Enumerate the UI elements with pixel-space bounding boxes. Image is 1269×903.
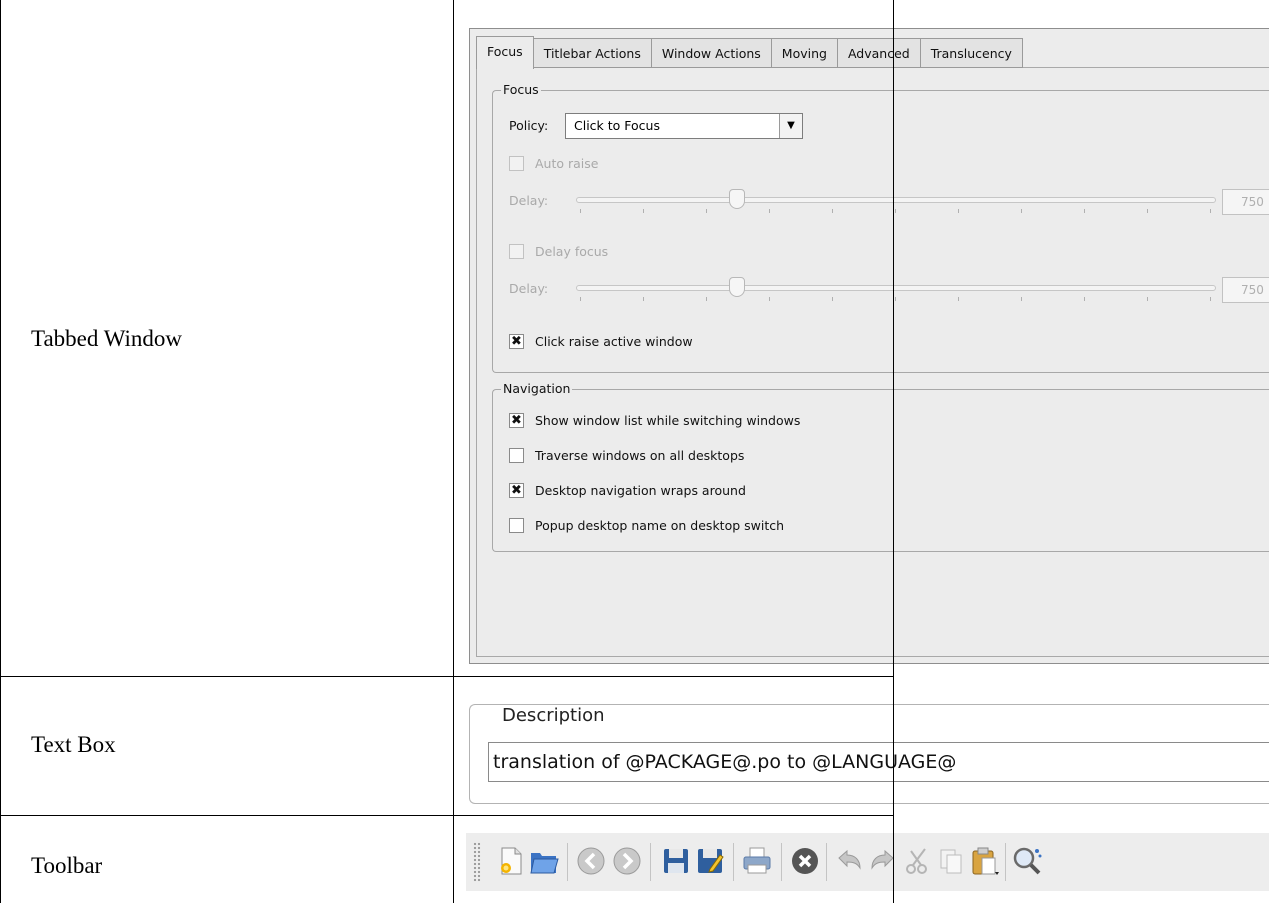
toolbar-separator [733,843,734,881]
policy-combobox[interactable]: Click to Focus ▼ [565,113,803,139]
slider-tick [1147,209,1148,213]
table-divider-horizontal [0,676,894,677]
toolbar-grip-handle[interactable] [473,842,481,882]
slider-tick [706,297,707,301]
nav-checkbox-popup[interactable] [509,518,524,533]
tab-bar: Focus Titlebar Actions Window Actions Mo… [476,36,1023,69]
row-label-text-box: Text Box [31,732,116,757]
open-folder-icon[interactable] [528,845,560,877]
toolbar-separator [826,843,827,881]
redo-icon[interactable] [867,845,899,877]
tab-translucency[interactable]: Translucency [920,38,1023,68]
slider-tick [580,209,581,213]
slider-tick [832,209,833,213]
slider-tick [958,297,959,301]
tab-focus[interactable]: Focus [476,36,534,69]
new-document-icon[interactable] [495,845,527,877]
paste-icon[interactable] [969,845,1001,877]
slider-tick [1021,297,1022,301]
slider-tick [895,209,896,213]
slider-tick [1147,297,1148,301]
forward-icon[interactable] [611,845,643,877]
click-raise-checkbox[interactable]: ✖ [509,334,524,349]
back-icon[interactable] [575,845,607,877]
slider-tick [1084,297,1085,301]
nav-checkbox-show-window-list[interactable]: ✖ [509,413,524,428]
toolbar-separator [567,843,568,881]
navigation-group-title: Navigation [501,381,573,396]
delay-focus-checkbox[interactable] [509,244,524,259]
save-as-icon[interactable] [694,845,726,877]
slider-tick [1084,209,1085,213]
auto-raise-label: Auto raise [535,156,599,171]
slider-tick [643,209,644,213]
tab-window-actions[interactable]: Window Actions [651,38,772,68]
slider-tick [643,297,644,301]
delay-slider-2-handle[interactable] [729,277,745,297]
slider-tick [1021,209,1022,213]
table-divider-horizontal [0,815,894,816]
nav-label-wraps: Desktop navigation wraps around [535,483,746,498]
delay-slider-handle[interactable] [729,189,745,209]
description-input[interactable]: translation of @PACKAGE@.po to @LANGUAGE… [488,742,1269,782]
delay-slider-2[interactable] [576,285,1216,291]
tab-titlebar-actions[interactable]: Titlebar Actions [533,38,652,68]
nav-label-popup: Popup desktop name on desktop switch [535,518,785,533]
table-divider-vertical [453,0,454,903]
find-icon[interactable] [1011,845,1043,877]
slider-tick [706,209,707,213]
delay-label-2: Delay: [509,281,549,296]
delay-spinbox-2[interactable]: 750 [1222,277,1269,303]
nav-label-traverse: Traverse windows on all desktops [535,448,745,463]
tab-moving[interactable]: Moving [771,38,838,68]
chevron-down-icon[interactable]: ▼ [779,114,802,138]
slider-tick [832,297,833,301]
policy-value: Click to Focus [574,118,660,133]
undo-icon[interactable] [833,845,865,877]
slider-tick [958,209,959,213]
toolbar-separator [1005,843,1006,881]
row-label-tabbed-window: Tabbed Window [31,326,182,351]
table-divider-vertical [0,0,1,903]
description-title: Description [496,705,611,726]
tab-advanced[interactable]: Advanced [837,38,921,68]
table-divider-vertical [893,0,894,903]
slider-tick [895,297,896,301]
click-raise-label: Click raise active window [535,334,693,349]
delay-focus-label: Delay focus [535,244,609,259]
slider-tick [769,297,770,301]
delay-spinbox[interactable]: 750 [1222,189,1269,215]
copy-icon[interactable] [935,845,967,877]
nav-checkbox-wraps[interactable]: ✖ [509,483,524,498]
focus-group-title: Focus [501,82,541,97]
stop-icon[interactable] [789,845,821,877]
slider-tick [1210,297,1211,301]
delay-slider[interactable] [576,197,1216,203]
nav-label-show-window-list: Show window list while switching windows [535,413,801,428]
policy-label: Policy: [509,118,549,133]
auto-raise-checkbox[interactable] [509,156,524,171]
save-icon[interactable] [660,845,692,877]
toolbar-separator [650,843,651,881]
nav-checkbox-traverse[interactable] [509,448,524,463]
slider-tick [769,209,770,213]
delay-label: Delay: [509,193,549,208]
print-icon[interactable] [741,845,773,877]
row-label-toolbar: Toolbar [31,853,103,878]
slider-tick [580,297,581,301]
cut-icon[interactable] [901,845,933,877]
toolbar-separator [781,843,782,881]
slider-tick [1210,209,1211,213]
